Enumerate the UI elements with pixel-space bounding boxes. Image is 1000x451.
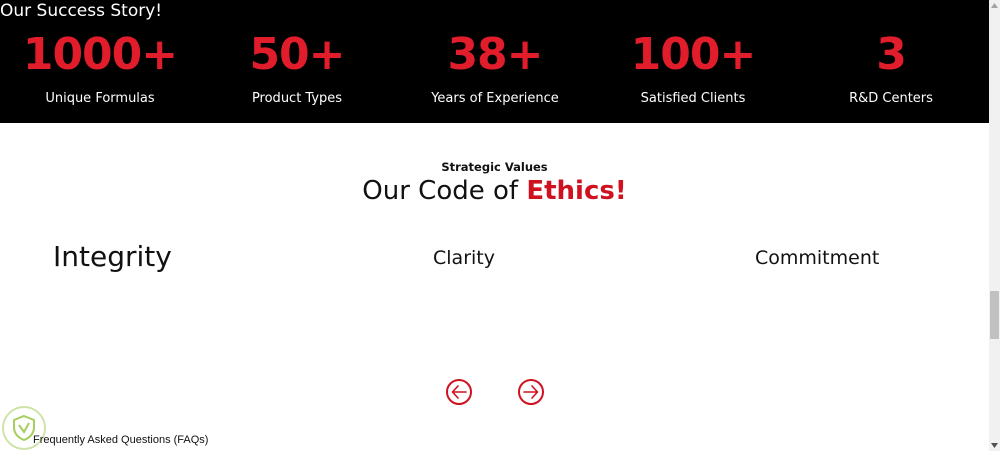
- stat-label: R&D Centers: [849, 91, 933, 106]
- stat-value: 1000+: [22, 29, 178, 80]
- carousel-next-button[interactable]: [518, 379, 544, 405]
- stat-value: 38+: [447, 29, 543, 80]
- stat-label: Satisfied Clients: [640, 91, 746, 106]
- stat-product-types: 50+ Product Types: [197, 28, 397, 108]
- stat-value: 3: [876, 29, 907, 80]
- scroll-down-arrow-icon[interactable]: [989, 440, 1000, 451]
- section-title: Our Code of Ethics!: [0, 172, 989, 210]
- scroll-up-arrow-icon[interactable]: [989, 0, 1000, 11]
- stat-label: Product Types: [251, 91, 343, 106]
- faq-link[interactable]: Frequently Asked Questions (FAQs): [33, 434, 208, 446]
- stat-years-experience: 38+ Years of Experience: [395, 28, 595, 108]
- arrow-right-circle-icon: [523, 385, 539, 399]
- stat-value: 50+: [249, 29, 345, 80]
- stat-label: Years of Experience: [431, 91, 559, 106]
- carousel-prev-button[interactable]: [446, 379, 472, 405]
- stat-rd-centers: 3 R&D Centers: [791, 28, 991, 108]
- value-integrity: Integrity: [53, 240, 172, 273]
- stat-value: 100+: [630, 29, 757, 80]
- value-commitment: Commitment: [755, 247, 880, 269]
- success-story-title: Our Success Story!: [0, 1, 163, 21]
- page-scrollbar[interactable]: [989, 0, 1000, 451]
- scrollbar-thumb[interactable]: [990, 291, 999, 339]
- arrow-left-circle-icon: [451, 385, 467, 399]
- title-accent: Ethics!: [526, 176, 627, 206]
- page: Our Success Story! 1000+ Unique Formulas…: [0, 0, 989, 451]
- title-prefix: Our Code of: [362, 176, 519, 206]
- stat-satisfied-clients: 100+ Satisfied Clients: [593, 28, 793, 108]
- value-clarity: Clarity: [433, 247, 495, 269]
- stat-label: Unique Formulas: [45, 91, 155, 106]
- stat-unique-formulas: 1000+ Unique Formulas: [0, 28, 200, 108]
- success-story-section: Our Success Story! 1000+ Unique Formulas…: [0, 0, 989, 123]
